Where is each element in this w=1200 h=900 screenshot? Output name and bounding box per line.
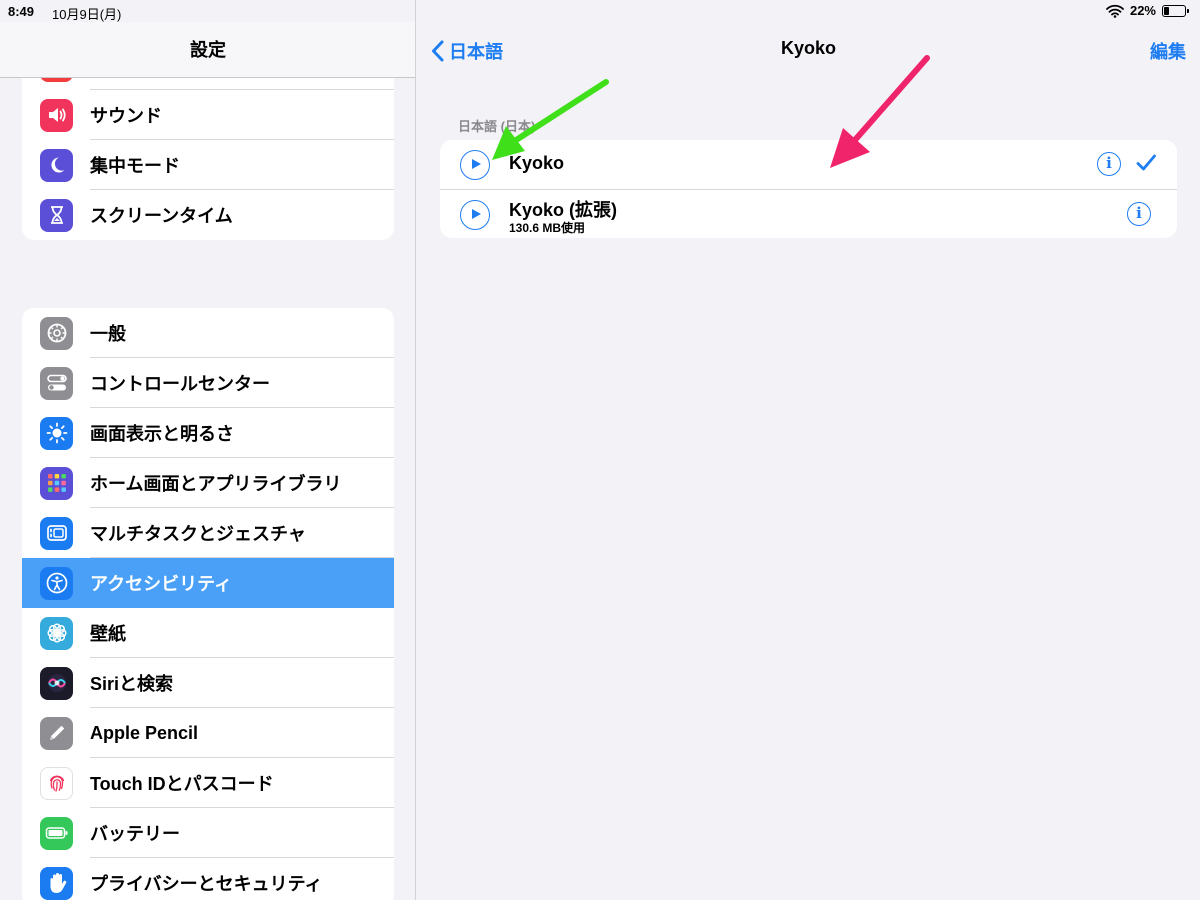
sidebar-item-label: アクセシビリティ [90,574,233,594]
toggles-icon [40,366,73,400]
sidebar-item-label: コントロールセンター [90,374,270,394]
sidebar-item-label: サウンド [90,106,162,126]
settings-group-general: 一般 コントロールセンター 画面表示と明るさ ホーム画面とアプリライブラリ マル… [22,308,394,900]
sidebar-item-control-center[interactable]: コントロールセンター [22,358,394,408]
sidebar-item-touch-id-passcode[interactable]: Touch IDとパスコード [22,758,394,808]
sidebar-item-focus[interactable]: 集中モード [22,140,394,190]
navigation-bar: 日本語 Kyoko 編集 [417,22,1200,78]
sidebar-item-label: 壁紙 [90,624,126,644]
sidebar-item-sounds[interactable]: サウンド [22,90,394,140]
siri-icon [40,666,73,700]
battery-fill [1164,6,1169,15]
sidebar-item-label: スクリーンタイム [90,206,233,226]
gear-icon [40,316,73,350]
app-grid-icon [40,466,73,500]
sidebar-item-battery[interactable]: バッテリー [22,808,394,858]
edit-button[interactable]: 編集 [1150,38,1186,64]
pink-annotation-arrow [830,55,930,168]
sidebar-item-label: プライバシーとセキュリティ [90,874,323,894]
page-title: Kyoko [780,38,836,58]
sidebar-item-label: 画面表示と明るさ [90,424,234,444]
battery-icon [40,816,73,850]
sidebar-item-siri-search[interactable]: Siriと検索 [22,658,394,708]
sidebar-item-general[interactable]: 一般 [22,308,394,358]
status-time: 8:49 [8,4,35,19]
pencil-icon [40,716,73,750]
sidebar-item-label: マルチタスクとジェスチャ [90,524,306,544]
status-bar: 8:49 10月9日(月) 22% [0,0,1200,22]
screen: 通知 サウンド 集中モード スクリーンタ [0,0,1200,900]
green-annotation-arrow [492,79,609,160]
multitask-icon [40,516,73,550]
voice-size-detail: 130.6 MB使用 [509,221,586,235]
status-date: 10月9日(月) [52,7,122,22]
status-indicators: 22% [1106,3,1189,18]
accessibility-icon [40,566,73,600]
battery-indicator [1162,4,1189,17]
sidebar-item-wallpaper[interactable]: 壁紙 [22,608,394,658]
sidebar-item-label: Apple Pencil [90,722,199,743]
sidebar-item-apple-pencil[interactable]: Apple Pencil [22,708,394,758]
voice-row-kyoko-enhanced[interactable]: Kyoko (拡張) 130.6 MB使用 i [440,189,1177,238]
info-icon[interactable]: i [1127,202,1151,226]
flower-icon [40,616,73,650]
hourglass-icon [40,198,73,232]
moon-icon [40,148,73,182]
sun-icon [40,416,73,450]
sidebar-item-label: 集中モード [90,156,180,176]
sidebar-item-label: 一般 [90,324,126,344]
sidebar-item-label: ホーム画面とアプリライブラリ [90,474,342,494]
sidebar-item-label: Siriと検索 [90,674,174,694]
sidebar-item-screen-time[interactable]: スクリーンタイム [22,190,394,240]
play-preview-button[interactable] [460,200,490,230]
sidebar-item-label: バッテリー [90,824,180,844]
sidebar-item-label: Touch IDとパスコード [90,774,274,794]
info-icon[interactable]: i [1097,152,1121,176]
speaker-icon [40,98,73,132]
hand-icon [40,866,73,900]
sidebar-header: 設定 [0,22,415,78]
sidebar-item-display-brightness[interactable]: 画面表示と明るさ [22,408,394,458]
sidebar-item-accessibility[interactable]: アクセシビリティ [22,558,394,608]
settings-sidebar: 通知 サウンド 集中モード スクリーンタ [0,0,416,900]
sidebar-title: 設定 [190,40,226,60]
fingerprint-icon [40,766,73,800]
battery-percent: 22% [1129,3,1156,18]
sidebar-item-multitasking[interactable]: マルチタスクとジェスチャ [22,508,394,558]
sidebar-item-privacy-security[interactable]: プライバシーとセキュリティ [22,858,394,900]
sidebar-item-home-screen[interactable]: ホーム画面とアプリライブラリ [22,458,394,508]
wifi-icon [1106,4,1124,18]
checkmark-icon [1136,154,1156,171]
